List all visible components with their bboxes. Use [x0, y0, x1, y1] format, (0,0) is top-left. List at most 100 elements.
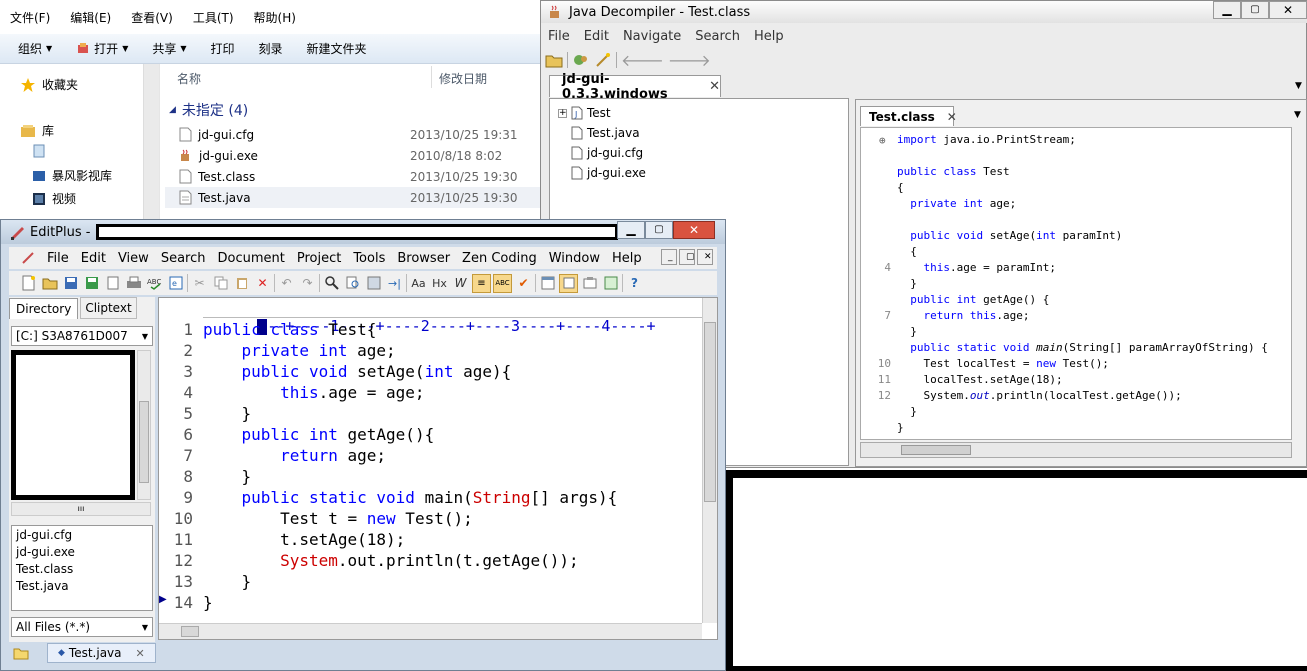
tree-node-test-java[interactable]: Test.java: [558, 123, 646, 143]
close-tab-icon[interactable]: ✕: [709, 79, 720, 94]
menu-search[interactable]: Search: [688, 29, 747, 44]
open-type-icon[interactable]: [572, 52, 590, 68]
tree-node-exe[interactable]: jd-gui.exe: [558, 163, 646, 183]
menu-help[interactable]: Help: [606, 251, 648, 266]
menu-document[interactable]: Document: [211, 251, 290, 266]
maximize-button[interactable]: ▢: [1241, 1, 1269, 19]
minimize-button[interactable]: ▁: [617, 221, 645, 239]
burn-button[interactable]: 刻录: [247, 40, 295, 57]
close-tab-icon[interactable]: ✕: [136, 647, 145, 660]
undo-icon[interactable]: ↶: [277, 274, 296, 293]
menu-file[interactable]: File: [541, 29, 577, 44]
nav-favorites[interactable]: 收藏夹: [20, 76, 78, 93]
print-button[interactable]: 打印: [199, 40, 247, 57]
close-button[interactable]: ✕: [1269, 1, 1307, 19]
file-list-item[interactable]: jd-gui.exe: [16, 545, 148, 562]
nav-library[interactable]: 库: [20, 122, 54, 139]
output-window-icon[interactable]: [559, 273, 578, 293]
folder-tree-hscrollbar[interactable]: ııı: [11, 502, 151, 516]
menu-tools[interactable]: 工具(T): [183, 9, 244, 26]
delete-icon[interactable]: ✕: [253, 274, 272, 293]
column-name[interactable]: 名称: [177, 70, 201, 87]
folder-icon[interactable]: [13, 646, 29, 660]
paste-icon[interactable]: [232, 274, 251, 293]
code-tabs-dropdown-icon[interactable]: ▼: [1294, 110, 1301, 120]
menu-help[interactable]: 帮助(H): [244, 9, 306, 26]
tree-node-test[interactable]: + J Test: [558, 103, 646, 123]
menu-window[interactable]: Window: [543, 251, 606, 266]
nav-library-doc[interactable]: [32, 144, 46, 158]
close-tab-icon[interactable]: ✕: [947, 110, 957, 124]
scrollbar-thumb[interactable]: [704, 322, 716, 502]
code-editor[interactable]: --+----1----+----2----+----3----+----4--…: [158, 297, 718, 640]
expand-icon[interactable]: +: [558, 108, 567, 118]
menu-project[interactable]: Project: [291, 251, 347, 266]
drive-select[interactable]: [C:] S3A8761D007 ▼: [11, 326, 153, 346]
new-file-icon[interactable]: [19, 274, 38, 293]
navigation-scrollbar[interactable]: [143, 64, 159, 220]
file-filter-select[interactable]: All Files (*.*) ▼: [11, 617, 153, 637]
nav-media-library[interactable]: 暴风影视库: [32, 167, 112, 184]
editor-hscrollbar[interactable]: [159, 623, 702, 639]
menu-tools[interactable]: Tools: [347, 251, 391, 266]
check-icon[interactable]: ✔: [514, 274, 533, 293]
new-folder-button[interactable]: 新建文件夹: [295, 40, 379, 57]
class-file-tab[interactable]: Test.class ✕: [860, 106, 957, 126]
menu-navigate[interactable]: Navigate: [616, 29, 688, 44]
menu-help[interactable]: Help: [747, 29, 791, 44]
spell-check-icon[interactable]: ABC: [145, 274, 164, 293]
cut-icon[interactable]: ✂: [190, 274, 209, 293]
word-wrap-icon[interactable]: W: [451, 274, 470, 293]
save-all-icon[interactable]: [82, 274, 101, 293]
fullscreen-icon[interactable]: [601, 274, 620, 293]
nav-video[interactable]: 视频: [32, 190, 76, 207]
help-icon[interactable]: ?: [625, 274, 644, 293]
cliptext-window-icon[interactable]: [580, 274, 599, 293]
scrollbar-thumb[interactable]: [139, 401, 149, 483]
print-preview-icon[interactable]: [103, 274, 122, 293]
doc-minimize-button[interactable]: _: [661, 249, 677, 265]
doc-tab-test-java[interactable]: ◆ Test.java ✕: [47, 643, 156, 663]
menu-file[interactable]: 文件(F): [0, 9, 60, 26]
menu-edit[interactable]: Edit: [75, 251, 112, 266]
share-button[interactable]: 共享 ▼: [140, 40, 198, 57]
redo-icon[interactable]: ↷: [298, 274, 317, 293]
file-row[interactable]: jd-gui.exe 2010/8/18 8:02: [165, 145, 548, 166]
open-button[interactable]: 打开 ▼: [64, 40, 140, 57]
tree-node-cfg[interactable]: jd-gui.cfg: [558, 143, 646, 163]
forward-arrow-icon[interactable]: 🡒: [668, 50, 711, 70]
close-button[interactable]: ✕: [673, 221, 715, 239]
organize-button[interactable]: 组织 ▼: [0, 40, 64, 57]
goto-line-icon[interactable]: →|: [385, 274, 404, 293]
minimize-button[interactable]: ▁: [1213, 1, 1241, 19]
wand-icon[interactable]: [594, 52, 612, 68]
print-icon[interactable]: [124, 274, 143, 293]
open-folder-icon[interactable]: [545, 52, 563, 68]
editor-vscrollbar[interactable]: [702, 298, 717, 623]
line-number-icon[interactable]: ≡: [472, 273, 491, 293]
jd-tabs-dropdown-icon[interactable]: ▼: [1295, 81, 1302, 91]
tab-cliptext[interactable]: Cliptext: [80, 297, 137, 319]
file-row[interactable]: jd-gui.cfg 2013/10/25 19:31: [165, 124, 548, 145]
folder-tree-vscrollbar[interactable]: [137, 350, 151, 500]
doc-close-button[interactable]: ✕: [697, 249, 713, 265]
menu-browser[interactable]: Browser: [391, 251, 456, 266]
code-horizontal-scrollbar[interactable]: [860, 442, 1292, 458]
file-list-item[interactable]: Test.class: [16, 562, 148, 579]
file-list-item[interactable]: jd-gui.cfg: [16, 528, 148, 545]
menu-edit[interactable]: 编辑(E): [60, 9, 121, 26]
menu-search[interactable]: Search: [155, 251, 212, 266]
directory-window-icon[interactable]: [538, 274, 557, 293]
file-list-item[interactable]: Test.java: [16, 579, 148, 596]
doc-restore-button[interactable]: ▢: [679, 249, 695, 265]
ruler-icon[interactable]: ABC: [493, 273, 512, 293]
scrollbar-thumb[interactable]: [181, 626, 199, 637]
menu-view[interactable]: 查看(V): [121, 9, 183, 26]
jd-archive-tab[interactable]: jd-gui-0.3.3.windows ✕: [549, 72, 721, 102]
open-folder-icon[interactable]: [40, 274, 59, 293]
file-row[interactable]: Test.java 2013/10/25 19:30: [165, 187, 548, 208]
maximize-button[interactable]: ▢: [645, 221, 673, 239]
browser-preview-icon[interactable]: e: [166, 274, 185, 293]
find-icon[interactable]: [322, 274, 341, 293]
find-in-files-icon[interactable]: [364, 274, 383, 293]
